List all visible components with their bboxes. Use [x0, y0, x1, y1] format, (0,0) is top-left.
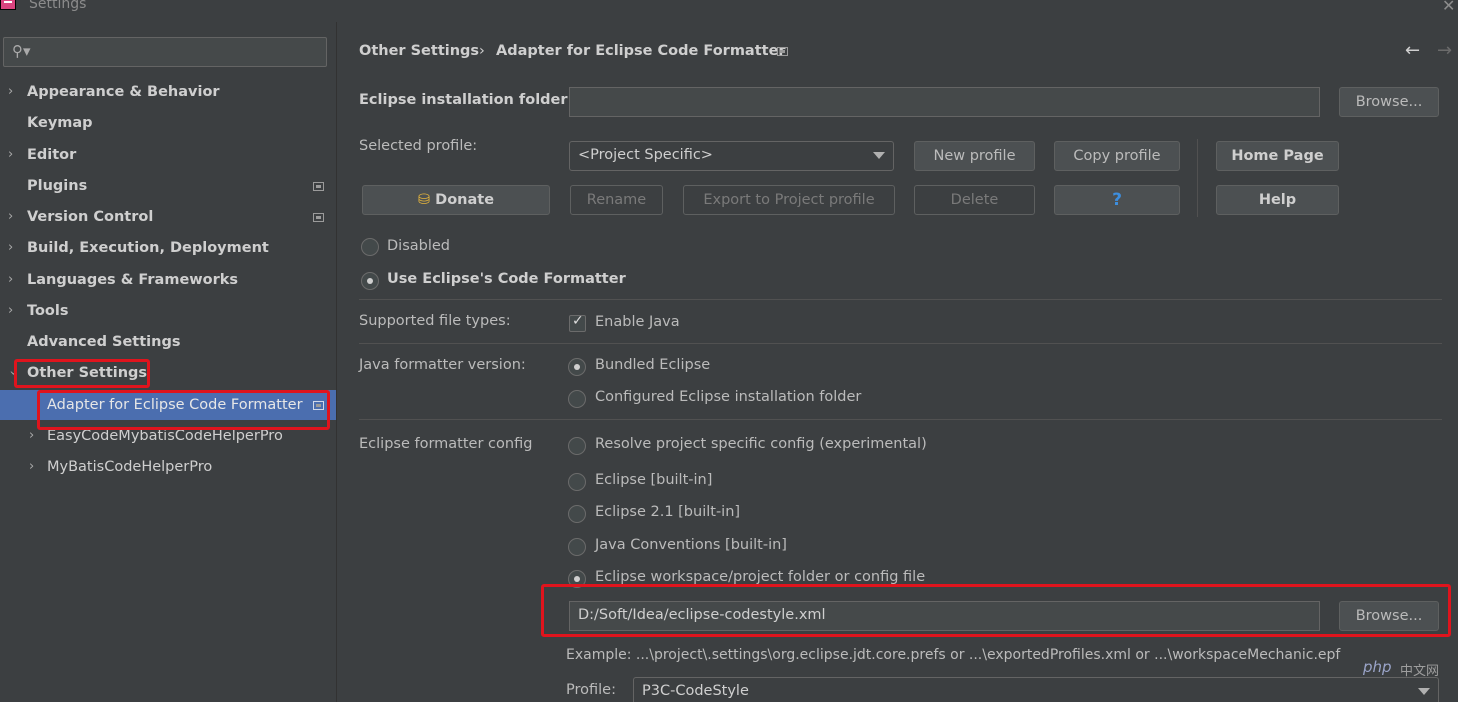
sidebar-item-label: Build, Execution, Deployment [27, 240, 269, 256]
sidebar-item-version-control[interactable]: › Version Control [0, 202, 336, 232]
sidebar-item-label: Appearance & Behavior [27, 84, 220, 100]
eclipse21-builtin-radio[interactable] [568, 505, 586, 523]
chevron-down-icon [873, 152, 885, 159]
profile-label: Profile: [566, 682, 616, 698]
example-text: Example: ...\project\.settings\org.eclip… [566, 647, 1341, 663]
use-eclipse-label: Use Eclipse's Code Formatter [387, 271, 626, 287]
sidebar-item-mybatis[interactable]: › MyBatisCodeHelperPro [0, 452, 336, 482]
highlight-box [37, 390, 330, 430]
sidebar-item-label: Version Control [27, 209, 154, 225]
disabled-radio[interactable] [361, 238, 379, 256]
enable-java-checkbox[interactable] [569, 313, 586, 332]
forward-arrow-icon[interactable]: → [1437, 40, 1452, 61]
highlight-box [14, 359, 150, 388]
breadcrumb-parent[interactable]: Other Settings [359, 43, 479, 59]
bundled-eclipse-label: Bundled Eclipse [595, 357, 711, 373]
workspace-config-label: Eclipse workspace/project folder or conf… [595, 569, 926, 585]
profile-select-value: <Project Specific> [578, 147, 713, 163]
back-arrow-icon[interactable]: ← [1405, 40, 1420, 61]
eclipse-folder-label: Eclipse installation folder [359, 92, 568, 108]
coin-icon: ⛁ [417, 192, 431, 208]
chevron-right-icon: › [29, 428, 35, 443]
highlight-box [541, 584, 1451, 637]
sidebar-item-label: MyBatisCodeHelperPro [47, 459, 213, 475]
export-profile-button[interactable]: Export to Project profile [683, 185, 895, 215]
sidebar-item-build[interactable]: › Build, Execution, Deployment [0, 233, 336, 263]
sidebar-item-tools[interactable]: › Tools [0, 296, 336, 326]
breadcrumb-current: Adapter for Eclipse Code Formatter [496, 43, 786, 59]
eclipse-folder-field[interactable] [569, 87, 1320, 117]
project-settings-icon [313, 182, 324, 191]
close-icon[interactable]: ✕ [1442, 0, 1455, 15]
sidebar-item-keymap[interactable]: Keymap [0, 108, 336, 138]
selected-profile-label: Selected profile: [359, 138, 478, 154]
donate-label: Donate [435, 192, 495, 208]
sidebar-item-label: Keymap [27, 115, 93, 131]
formatter-config-label: Eclipse formatter config [359, 436, 533, 452]
chevron-right-icon: › [8, 240, 14, 255]
new-profile-button[interactable]: New profile [914, 141, 1035, 171]
eclipse-builtin-radio[interactable] [568, 473, 586, 491]
sidebar-item-label: Plugins [27, 178, 88, 194]
eclipse-builtin-label: Eclipse [built-in] [595, 472, 713, 488]
intellij-app-icon [0, 0, 16, 10]
chevron-right-icon: › [8, 147, 14, 162]
divider [359, 419, 1442, 420]
copy-profile-button[interactable]: Copy profile [1054, 141, 1180, 171]
sidebar-item-appearance[interactable]: › Appearance & Behavior [0, 77, 336, 107]
use-eclipse-radio[interactable] [361, 272, 379, 290]
bundled-eclipse-radio[interactable] [568, 358, 586, 376]
project-settings-icon [313, 213, 324, 222]
sidebar-item-label: Editor [27, 147, 77, 163]
eclipse21-builtin-label: Eclipse 2.1 [built-in] [595, 504, 741, 520]
question-button[interactable]: ? [1054, 185, 1180, 215]
profile-select[interactable]: <Project Specific> [569, 141, 894, 171]
profile-combo[interactable]: P3C-CodeStyle [633, 677, 1439, 702]
divider [1197, 139, 1198, 217]
sidebar-item-label: Languages & Frameworks [27, 272, 239, 288]
sidebar-item-label: Tools [27, 303, 69, 319]
chevron-right-icon: › [29, 459, 35, 474]
configured-eclipse-label: Configured Eclipse installation folder [595, 389, 862, 405]
chevron-right-icon: › [8, 303, 14, 318]
enable-java-label: Enable Java [595, 314, 680, 330]
formatter-version-label: Java formatter version: [359, 357, 526, 373]
chevron-right-icon: › [8, 272, 14, 287]
resolve-specific-label: Resolve project specific config (experim… [595, 436, 927, 452]
sidebar-item-plugins[interactable]: Plugins [0, 171, 336, 201]
chevron-down-icon [1418, 688, 1430, 695]
java-conventions-label: Java Conventions [built-in] [595, 537, 787, 553]
sidebar-item-label: Advanced Settings [27, 334, 181, 350]
help-button[interactable]: Help [1216, 185, 1339, 215]
configured-eclipse-radio[interactable] [568, 390, 586, 408]
java-conventions-radio[interactable] [568, 538, 586, 556]
breadcrumb-separator: › [479, 43, 485, 59]
search-icon: ⚲▾ [12, 42, 31, 60]
disabled-label: Disabled [387, 238, 450, 254]
sidebar-item-advanced[interactable]: Advanced Settings [0, 327, 336, 357]
search-input[interactable]: ⚲▾ [3, 37, 327, 67]
resolve-specific-radio[interactable] [568, 437, 586, 455]
php-watermark-text: 中文网 [1400, 664, 1440, 679]
browse-button[interactable]: Browse... [1339, 87, 1439, 117]
window-title: Settings [29, 0, 87, 12]
supported-types-label: Supported file types: [359, 313, 511, 329]
profile-combo-value: P3C-CodeStyle [642, 683, 749, 699]
php-watermark-logo: php [1363, 658, 1392, 676]
divider [359, 299, 1442, 300]
donate-button[interactable]: ⛁ Donate [362, 185, 550, 215]
rename-button[interactable]: Rename [570, 185, 663, 215]
sidebar-item-editor[interactable]: › Editor [0, 140, 336, 170]
divider [359, 343, 1442, 344]
sidebar-item-languages[interactable]: › Languages & Frameworks [0, 265, 336, 295]
project-settings-icon [777, 47, 788, 56]
title-bar: Settings ✕ [0, 0, 1458, 22]
home-page-button[interactable]: Home Page [1216, 141, 1339, 171]
delete-button[interactable]: Delete [914, 185, 1035, 215]
chevron-right-icon: › [8, 209, 14, 224]
chevron-right-icon: › [8, 84, 14, 99]
